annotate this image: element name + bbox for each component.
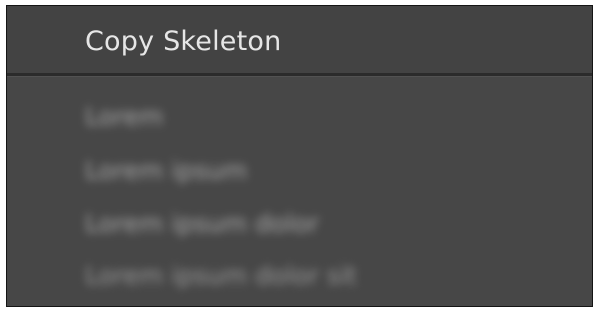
menu-title: Copy Skeleton <box>85 26 282 57</box>
menu-separator <box>7 73 592 77</box>
menu-item-label: Lorem ipsum dolor <box>85 209 319 238</box>
menu-item-label: Lorem <box>85 102 164 131</box>
menu-item[interactable]: Lorem ipsum <box>7 146 592 198</box>
menu-item[interactable]: Lorem <box>7 92 592 144</box>
menu-header: Copy Skeleton <box>7 6 592 73</box>
context-menu: Copy Skeleton Lorem Lorem ipsum Lorem ip… <box>6 5 593 307</box>
menu-item[interactable]: Lorem ipsum dolor sit <box>7 251 592 303</box>
menu-item-label: Lorem ipsum dolor sit <box>85 261 357 290</box>
menu-item-label: Lorem ipsum <box>85 156 248 185</box>
menu-item[interactable]: Lorem ipsum dolor <box>7 199 592 251</box>
